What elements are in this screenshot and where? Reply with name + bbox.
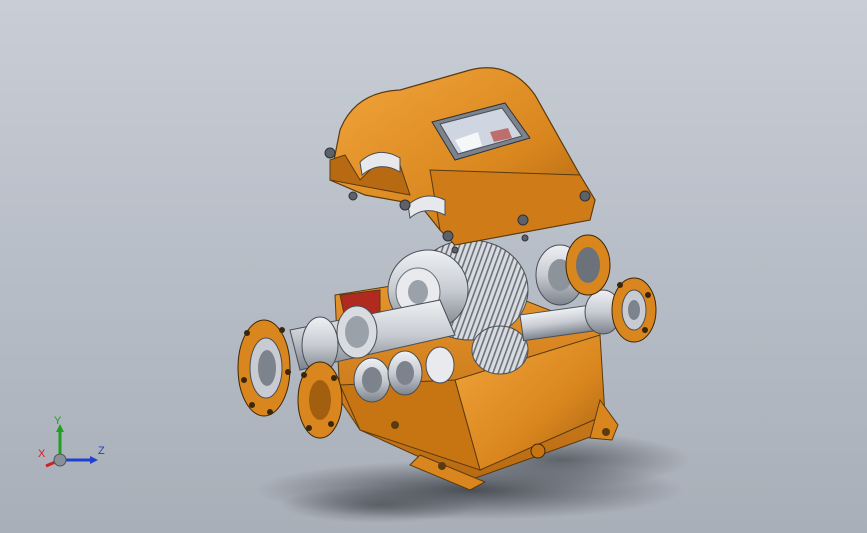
coordinate-triad: Y X Z bbox=[38, 415, 105, 468]
graphics-viewport[interactable]: Y X Z bbox=[0, 0, 867, 533]
x-axis-label: X bbox=[38, 448, 46, 460]
gearbox-assembly-model[interactable] bbox=[0, 0, 867, 533]
z-axis-label: Z bbox=[98, 445, 105, 457]
y-axis-label: Y bbox=[54, 415, 62, 427]
right-flange-upper[interactable] bbox=[565, 234, 611, 296]
